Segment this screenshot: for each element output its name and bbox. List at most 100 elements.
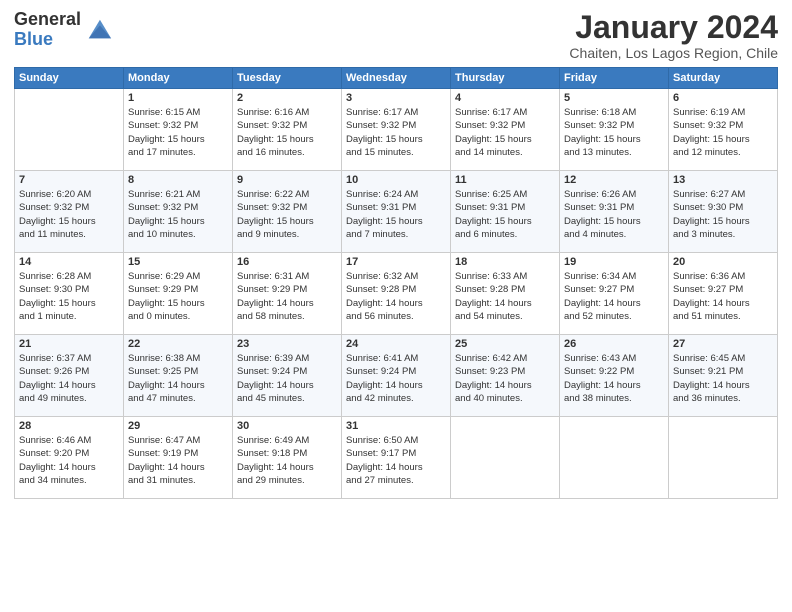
cell-text-line: Daylight: 15 hours	[237, 133, 337, 146]
cell-week5-day6	[560, 417, 669, 499]
cell-text-line: Sunset: 9:28 PM	[346, 283, 446, 296]
cell-week1-day3: 2Sunrise: 6:16 AMSunset: 9:32 PMDaylight…	[233, 89, 342, 171]
cell-text-line: and 16 minutes.	[237, 146, 337, 159]
day-number: 20	[673, 256, 773, 268]
cell-text-line: Sunrise: 6:20 AM	[19, 188, 119, 201]
cell-text-line: Sunrise: 6:26 AM	[564, 188, 664, 201]
cell-text-line: and 11 minutes.	[19, 228, 119, 241]
day-number: 11	[455, 174, 555, 186]
cell-week1-day6: 5Sunrise: 6:18 AMSunset: 9:32 PMDaylight…	[560, 89, 669, 171]
cell-text-line: Sunset: 9:32 PM	[673, 119, 773, 132]
cell-text-line: Sunrise: 6:29 AM	[128, 270, 228, 283]
cell-text-line: and 42 minutes.	[346, 392, 446, 405]
cell-week4-day6: 26Sunrise: 6:43 AMSunset: 9:22 PMDayligh…	[560, 335, 669, 417]
cell-week2-day2: 8Sunrise: 6:21 AMSunset: 9:32 PMDaylight…	[124, 171, 233, 253]
cell-text-line: Sunrise: 6:50 AM	[346, 434, 446, 447]
cell-text-line: Sunset: 9:29 PM	[237, 283, 337, 296]
day-number: 7	[19, 174, 119, 186]
cell-text-line: Daylight: 15 hours	[19, 215, 119, 228]
cell-week5-day5	[451, 417, 560, 499]
cell-text-line: and 13 minutes.	[564, 146, 664, 159]
cell-week4-day4: 24Sunrise: 6:41 AMSunset: 9:24 PMDayligh…	[342, 335, 451, 417]
cell-text-line: Daylight: 15 hours	[237, 215, 337, 228]
calendar-subtitle: Chaiten, Los Lagos Region, Chile	[569, 45, 778, 61]
cell-text-line: Sunrise: 6:46 AM	[19, 434, 119, 447]
cell-text-line: Sunrise: 6:21 AM	[128, 188, 228, 201]
day-number: 9	[237, 174, 337, 186]
cell-text-line: and 47 minutes.	[128, 392, 228, 405]
cell-text-line: and 1 minute.	[19, 310, 119, 323]
cell-week2-day5: 11Sunrise: 6:25 AMSunset: 9:31 PMDayligh…	[451, 171, 560, 253]
cell-week5-day1: 28Sunrise: 6:46 AMSunset: 9:20 PMDayligh…	[15, 417, 124, 499]
cell-text-line: Sunrise: 6:17 AM	[346, 106, 446, 119]
cell-text-line: and 49 minutes.	[19, 392, 119, 405]
day-number: 14	[19, 256, 119, 268]
cell-text-line: Sunrise: 6:15 AM	[128, 106, 228, 119]
cell-text-line: Sunrise: 6:32 AM	[346, 270, 446, 283]
cell-text-line: Daylight: 14 hours	[346, 461, 446, 474]
cell-text-line: Daylight: 15 hours	[346, 133, 446, 146]
cell-text-line: and 3 minutes.	[673, 228, 773, 241]
cell-week3-day2: 15Sunrise: 6:29 AMSunset: 9:29 PMDayligh…	[124, 253, 233, 335]
cell-text-line: and 27 minutes.	[346, 474, 446, 487]
day-number: 5	[564, 92, 664, 104]
cell-text-line: and 34 minutes.	[19, 474, 119, 487]
cell-text-line: Sunset: 9:31 PM	[564, 201, 664, 214]
cell-text-line: Sunrise: 6:41 AM	[346, 352, 446, 365]
cell-text-line: and 4 minutes.	[564, 228, 664, 241]
cell-text-line: Daylight: 14 hours	[128, 379, 228, 392]
cell-text-line: Sunrise: 6:17 AM	[455, 106, 555, 119]
cell-week4-day7: 27Sunrise: 6:45 AMSunset: 9:21 PMDayligh…	[669, 335, 778, 417]
cell-text-line: Sunset: 9:26 PM	[19, 365, 119, 378]
cell-text-line: Sunset: 9:32 PM	[19, 201, 119, 214]
cell-text-line: and 52 minutes.	[564, 310, 664, 323]
cell-text-line: Daylight: 15 hours	[128, 133, 228, 146]
col-header-thursday: Thursday	[451, 68, 560, 89]
cell-text-line: Daylight: 15 hours	[128, 215, 228, 228]
cell-text-line: Sunrise: 6:39 AM	[237, 352, 337, 365]
cell-text-line: Daylight: 14 hours	[455, 379, 555, 392]
cell-text-line: and 58 minutes.	[237, 310, 337, 323]
cell-text-line: and 54 minutes.	[455, 310, 555, 323]
cell-text-line: Sunset: 9:19 PM	[128, 447, 228, 460]
logo-blue-text: Blue	[14, 29, 53, 49]
cell-text-line: and 36 minutes.	[673, 392, 773, 405]
cell-text-line: Daylight: 14 hours	[19, 379, 119, 392]
cell-text-line: Sunrise: 6:37 AM	[19, 352, 119, 365]
cell-text-line: and 15 minutes.	[346, 146, 446, 159]
cell-text-line: Sunset: 9:31 PM	[346, 201, 446, 214]
cell-text-line: Sunset: 9:21 PM	[673, 365, 773, 378]
cell-text-line: Sunrise: 6:27 AM	[673, 188, 773, 201]
cell-week5-day4: 31 Sunrise: 6:50 AMSunset: 9:17 PMDayligh…	[342, 417, 451, 499]
cell-week3-day3: 16Sunrise: 6:31 AMSunset: 9:29 PMDayligh…	[233, 253, 342, 335]
cell-text-line: and 40 minutes.	[455, 392, 555, 405]
cell-text-line: and 56 minutes.	[346, 310, 446, 323]
cell-text-line: Sunrise: 6:18 AM	[564, 106, 664, 119]
cell-text-line: Sunset: 9:30 PM	[19, 283, 119, 296]
cell-text-line: and 9 minutes.	[237, 228, 337, 241]
cell-week2-day1: 7 Sunrise: 6:20 AMSunset: 9:32 PMDaylight…	[15, 171, 124, 253]
cell-week3-day4: 17Sunrise: 6:32 AMSunset: 9:28 PMDayligh…	[342, 253, 451, 335]
day-number: 8	[128, 174, 228, 186]
cell-text-line: Daylight: 14 hours	[673, 297, 773, 310]
cell-text-line: Daylight: 15 hours	[564, 215, 664, 228]
cell-text-line: and 10 minutes.	[128, 228, 228, 241]
cell-text-line: Sunrise: 6:47 AM	[128, 434, 228, 447]
cell-text-line: Sunrise: 6:33 AM	[455, 270, 555, 283]
cell-week1-day1	[15, 89, 124, 171]
cell-week5-day3: 30Sunrise: 6:49 AMSunset: 9:18 PMDayligh…	[233, 417, 342, 499]
cell-text-line: Sunrise: 6:19 AM	[673, 106, 773, 119]
day-number: 31	[346, 420, 446, 432]
day-number: 13	[673, 174, 773, 186]
cell-text-line: Sunset: 9:17 PM	[346, 447, 446, 460]
cell-text-line: Sunrise: 6:36 AM	[673, 270, 773, 283]
cell-text-line: Sunrise: 6:38 AM	[128, 352, 228, 365]
logo: General Blue	[14, 10, 113, 50]
cell-text-line: Sunset: 9:27 PM	[673, 283, 773, 296]
day-number: 17	[346, 256, 446, 268]
cell-week1-day5: 4Sunrise: 6:17 AMSunset: 9:32 PMDaylight…	[451, 89, 560, 171]
cell-text-line: and 51 minutes.	[673, 310, 773, 323]
day-number: 6	[673, 92, 773, 104]
cell-text-line: Daylight: 15 hours	[673, 215, 773, 228]
cell-text-line: and 31 minutes.	[128, 474, 228, 487]
